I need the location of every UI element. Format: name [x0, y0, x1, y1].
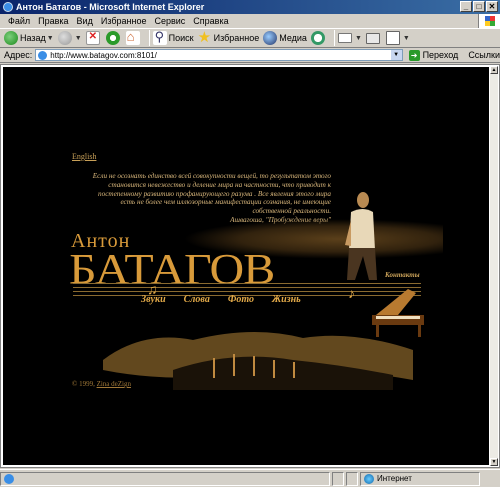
address-label: Адрес:: [4, 50, 33, 60]
links-button[interactable]: Ссылки: [468, 50, 500, 60]
back-label: Назад: [20, 33, 46, 43]
copyright: © 1999, Zina deZign: [72, 380, 131, 388]
forward-button[interactable]: ▼: [57, 31, 82, 45]
window-controls: _ □ ✕: [460, 1, 498, 12]
page-icon: [38, 50, 48, 60]
search-button[interactable]: Поиск: [152, 29, 194, 45]
refresh-icon: [105, 31, 120, 45]
quote-line: Если не осознать единство всей совокупно…: [92, 172, 331, 180]
mail-button[interactable]: ▼: [337, 33, 362, 43]
pianist-photo: [345, 192, 377, 280]
stop-icon: [85, 31, 100, 45]
toolbar: Назад ▼ ▼ Поиск Избранное Медиа ▼ ▼: [0, 28, 500, 48]
toolbar-separator: [148, 30, 150, 46]
ie-icon: [3, 2, 13, 12]
quote-line: есть не более чем иллюзорные манифестаци…: [120, 198, 331, 207]
menu-edit[interactable]: Правка: [34, 16, 72, 26]
go-label: Переход: [422, 50, 459, 60]
chevron-down-icon[interactable]: ▼: [390, 50, 402, 60]
epigraph-quote: Если не осознать единство всей совокупно…: [59, 172, 331, 225]
status-pane: [332, 471, 344, 486]
status-text: [0, 471, 330, 486]
browser-viewport: English Если не осознать единство всей с…: [0, 64, 500, 468]
menu-file[interactable]: Файл: [4, 16, 34, 26]
menu-help[interactable]: Справка: [189, 16, 232, 26]
star-icon: [198, 28, 212, 46]
stop-button[interactable]: [85, 31, 102, 45]
quote-line: постепенному развитию профанирующего раз…: [98, 189, 331, 198]
english-link[interactable]: English: [72, 152, 96, 161]
nav-words[interactable]: Слова: [184, 294, 210, 305]
media-label: Медиа: [279, 33, 307, 43]
home-icon: [125, 29, 140, 45]
chevron-down-icon[interactable]: ▼: [75, 35, 82, 42]
home-button[interactable]: [125, 29, 142, 45]
mail-icon: [337, 33, 352, 43]
scroll-up-button[interactable]: ▲: [490, 66, 498, 74]
address-url: http://www.batagov.com:8101/: [50, 50, 157, 60]
chevron-down-icon[interactable]: ▼: [355, 35, 362, 42]
forward-arrow-icon: [57, 31, 72, 45]
page-done-icon: [4, 473, 14, 484]
windows-logo-icon: [478, 14, 500, 28]
window-title: Антон Батагов - Microsoft Internet Explo…: [16, 2, 205, 12]
chevron-down-icon[interactable]: ▼: [403, 35, 410, 42]
media-button[interactable]: Медиа: [263, 31, 307, 45]
print-button[interactable]: [365, 32, 382, 44]
copyright-text: © 1999,: [72, 380, 95, 388]
search-label: Поиск: [168, 33, 194, 43]
search-icon: [152, 29, 167, 45]
go-button[interactable]: ➜ Переход: [408, 49, 459, 61]
edit-icon: [385, 31, 400, 45]
status-pane: [346, 471, 358, 486]
decorative-landscape: [103, 331, 413, 390]
chevron-down-icon[interactable]: ▼: [47, 35, 54, 42]
media-icon: [263, 31, 278, 45]
designer-link[interactable]: Zina deZign: [97, 380, 131, 388]
refresh-button[interactable]: [105, 31, 122, 45]
security-zone: Интернет: [360, 471, 480, 486]
minimize-button[interactable]: _: [460, 1, 472, 12]
quote-line: становится невежество и деление мира на …: [108, 180, 331, 189]
contacts-link[interactable]: Контакты: [385, 271, 420, 279]
vertical-scrollbar[interactable]: ▲ ▼: [490, 66, 498, 466]
edit-button[interactable]: ▼: [385, 31, 410, 45]
address-bar: Адрес: http://www.batagov.com:8101/ ▼ ➜ …: [0, 48, 500, 63]
history-icon: [310, 31, 325, 45]
nav-photo[interactable]: Фото: [228, 294, 254, 305]
globe-icon: [364, 473, 374, 484]
nav-sounds[interactable]: Звуки: [141, 294, 166, 305]
printer-icon: [365, 32, 380, 44]
maximize-button[interactable]: □: [473, 1, 485, 12]
scroll-down-button[interactable]: ▼: [490, 458, 498, 466]
menu-tools[interactable]: Сервис: [150, 16, 189, 26]
main-nav: Звуки Слова Фото Жизнь: [141, 294, 301, 305]
address-input[interactable]: http://www.batagov.com:8101/ ▼: [35, 49, 403, 61]
quote-line: собственной реальности.: [252, 207, 331, 216]
back-button[interactable]: Назад ▼: [4, 31, 54, 45]
nav-life[interactable]: Жизнь: [272, 294, 301, 305]
menu-bar: Файл Правка Вид Избранное Сервис Справка: [0, 14, 500, 28]
close-button[interactable]: ✕: [486, 1, 498, 12]
menu-view[interactable]: Вид: [73, 16, 97, 26]
back-arrow-icon: [4, 31, 18, 45]
title-bar: Антон Батагов - Microsoft Internet Explo…: [0, 0, 500, 14]
web-page: English Если не осознать единство всей с…: [3, 67, 489, 465]
music-note-icon: ♪: [348, 287, 355, 302]
go-arrow-icon: ➜: [408, 49, 420, 61]
toolbar-separator: [333, 30, 335, 46]
favorites-label: Избранное: [213, 33, 260, 43]
status-bar: Интернет: [0, 469, 500, 487]
menu-favorites[interactable]: Избранное: [97, 16, 151, 26]
zone-label: Интернет: [377, 474, 412, 483]
history-button[interactable]: [310, 31, 327, 45]
favorites-button[interactable]: Избранное: [198, 28, 260, 46]
